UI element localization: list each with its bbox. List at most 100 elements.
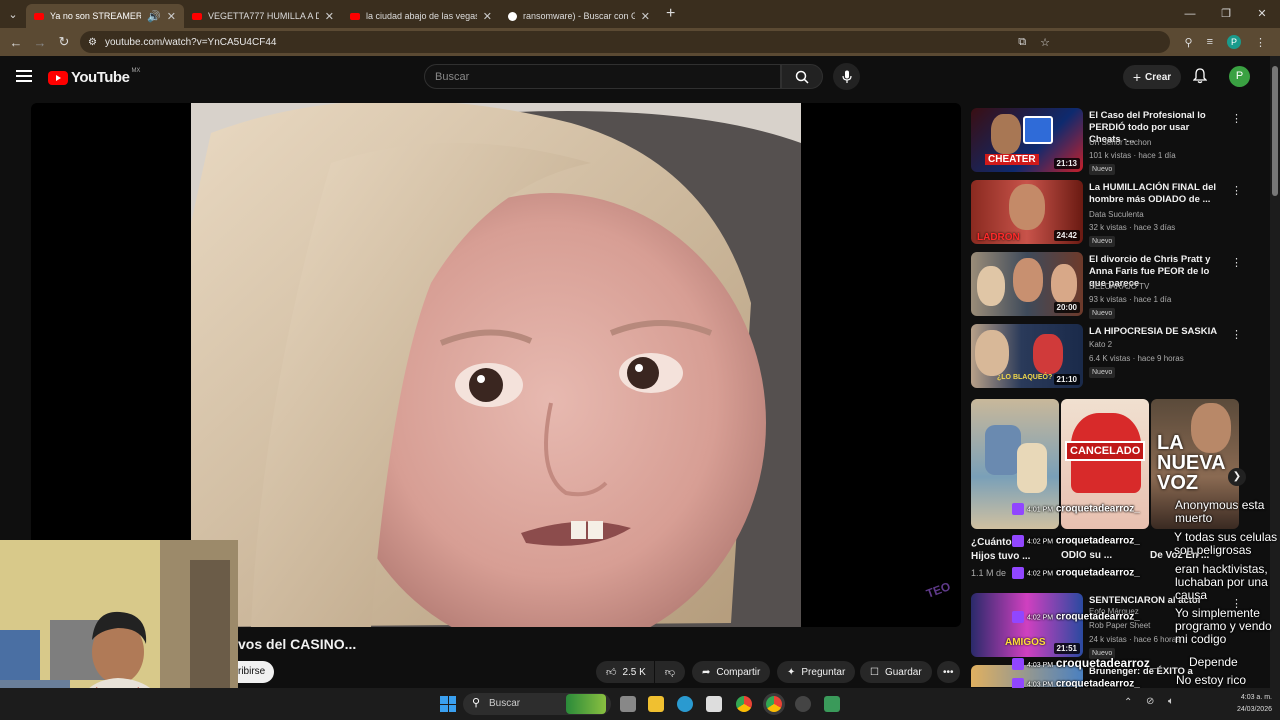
channel-name[interactable]: Kato 2: [1089, 340, 1112, 349]
bookmark-star-icon[interactable]: ☆: [1040, 36, 1050, 49]
site-info-icon[interactable]: ⚙: [88, 37, 97, 48]
reading-list-icon[interactable]: ≡: [1207, 36, 1213, 48]
more-options-icon[interactable]: ⋮: [1231, 112, 1242, 125]
search-button[interactable]: [781, 64, 823, 89]
profile-avatar[interactable]: P: [1227, 35, 1241, 49]
taskbar-clock[interactable]: 4:03 a. m. 24/03/2026: [1222, 692, 1272, 716]
new-tab-icon[interactable]: +: [666, 5, 675, 23]
twitch-icon: [1012, 535, 1024, 547]
recommendation-item[interactable]: 20:00 El divorcio de Chris Pratt y Anna …: [971, 252, 1261, 319]
browser-menu-icon[interactable]: ⋮: [1255, 36, 1266, 49]
chat-message: Y todas sus celulas son peligrosas: [1174, 530, 1278, 557]
browser-tab-4[interactable]: ransomware) - Buscar con Goo ✕: [500, 4, 658, 28]
store-icon[interactable]: [706, 696, 722, 712]
clock-date: 24/03/2026: [1236, 706, 1272, 713]
recommendation-item[interactable]: ¿LO BLAQUEÓ? 21:10 LA HIPOCRESIA DE SASK…: [971, 324, 1261, 390]
tray-chevron-icon[interactable]: ⌃: [1124, 697, 1132, 708]
tab-close-icon[interactable]: ✕: [483, 10, 492, 23]
tab-search-icon[interactable]: ⌄: [0, 0, 26, 28]
search-input[interactable]: Buscar: [424, 64, 781, 89]
create-button[interactable]: + Crear: [1123, 65, 1181, 89]
edge-icon[interactable]: [677, 696, 693, 712]
video-thumbnail[interactable]: AMIGOS 21:51: [971, 593, 1083, 657]
tab-title: ransomware) - Buscar con Goo: [523, 11, 635, 21]
chrome-icon[interactable]: [736, 696, 752, 712]
scrollbar-thumb[interactable]: [1272, 66, 1278, 196]
clock-time: 4:03 a. m.: [1240, 694, 1272, 701]
tab-close-icon[interactable]: ✕: [325, 10, 334, 23]
app-icon[interactable]: [824, 696, 840, 712]
hamburger-menu-icon[interactable]: [16, 70, 32, 82]
more-horizontal-icon: •••: [943, 666, 954, 678]
browser-tab-bar: ⌄ Ya no son STREAMERS , So 🔊 ✕ VEGETTA77…: [0, 0, 1280, 28]
video-frame[interactable]: [191, 103, 801, 627]
chat-user: croquetadearroz_: [1055, 656, 1157, 670]
save-button[interactable]: ☐ Guardar: [860, 661, 932, 683]
close-window-icon[interactable]: ✕: [1244, 0, 1280, 28]
windows-start-icon[interactable]: [440, 696, 456, 712]
tab-title: Ya no son STREAMERS , So: [50, 11, 142, 21]
channel-name[interactable]: Un Señor Lechon: [1089, 138, 1151, 147]
video-thumbnail[interactable]: 20:00: [971, 252, 1083, 316]
video-thumbnail[interactable]: ¿LO BLAQUEÓ? 21:10: [971, 324, 1083, 388]
task-view-icon[interactable]: [620, 696, 636, 712]
short-title[interactable]: ODIO su ...: [1061, 550, 1112, 561]
recommendation-item[interactable]: CHEATER 21:13 El Caso del Profesional lo…: [971, 108, 1261, 175]
restore-icon[interactable]: ❐: [1208, 0, 1244, 28]
thumbs-down-icon: 👎︎: [664, 667, 675, 678]
browser-tab-1[interactable]: Ya no son STREAMERS , So 🔊 ✕: [26, 4, 184, 28]
tab-audio-icon[interactable]: 🔊: [147, 10, 161, 23]
channel-name[interactable]: Data Suculenta: [1089, 210, 1144, 219]
save-playlist-icon: ☐: [870, 666, 879, 678]
back-icon[interactable]: ←: [4, 35, 28, 50]
more-options-icon[interactable]: ⋮: [1231, 184, 1242, 197]
account-avatar[interactable]: P: [1229, 66, 1250, 87]
short-meta: 1.1 M de: [971, 568, 1007, 578]
video-thumbnail[interactable]: CHEATER 21:13: [971, 108, 1083, 172]
minimize-icon[interactable]: —: [1172, 0, 1208, 28]
install-icon[interactable]: ⧉: [1018, 36, 1026, 49]
tab-close-icon[interactable]: ✕: [641, 10, 650, 23]
tray-volume-icon[interactable]: 🔈︎: [1168, 696, 1174, 707]
chat-line: 4:02 PM croquetadearroz_: [1012, 567, 1140, 579]
more-options-icon[interactable]: ⋮: [1231, 328, 1242, 341]
omnibox[interactable]: ⚙ youtube.com/watch?v=YnCA5U4CF44 ⧉ ☆: [80, 31, 1170, 53]
tab-close-icon[interactable]: ✕: [167, 10, 176, 23]
taskbar-widget-icon[interactable]: [566, 694, 606, 714]
chat-message: eran hacktivistas, luchaban por una caus…: [1175, 562, 1268, 602]
recommendation-title[interactable]: LA HIPOCRESIA DE SASKIA: [1089, 326, 1223, 338]
more-options-icon[interactable]: ⋮: [1231, 256, 1242, 269]
recommendation-item[interactable]: LADRON 24:42 La HUMILLACIÓN FINAL del ho…: [971, 180, 1261, 247]
tab-title: VEGETTA777 HUMILLA A DALA: [208, 11, 319, 21]
file-explorer-icon[interactable]: [648, 696, 664, 712]
browser-tab-2[interactable]: VEGETTA777 HUMILLA A DALA ✕: [184, 4, 342, 28]
sparkle-icon: ✦: [787, 666, 796, 678]
reload-icon[interactable]: ↻: [52, 34, 76, 50]
steam-icon[interactable]: [795, 696, 811, 712]
forward-icon[interactable]: →: [28, 35, 52, 50]
channel-name[interactable]: DELCARAJO TV: [1089, 282, 1149, 291]
chrome-active-icon[interactable]: [766, 696, 782, 712]
like-button[interactable]: 👍︎ 2.5 K: [596, 661, 654, 683]
browser-tab-3[interactable]: la ciudad abajo de las vegas - Y ✕: [342, 4, 500, 28]
more-actions-button[interactable]: •••: [937, 661, 960, 683]
shelf-next-icon[interactable]: ❯: [1228, 468, 1246, 486]
share-button[interactable]: ➦ Compartir: [692, 661, 771, 683]
youtube-favicon-icon: [192, 12, 202, 20]
notifications-bell-icon[interactable]: [1192, 68, 1208, 89]
extensions-icon[interactable]: ⚲: [1185, 36, 1193, 49]
youtube-logo[interactable]: YouTube MX: [48, 67, 141, 86]
video-duration: 21:13: [1053, 158, 1080, 169]
video-meta: 32 k vistas · hace 3 días: [1089, 223, 1176, 232]
dislike-button[interactable]: 👎︎: [654, 661, 685, 683]
recommendation-title[interactable]: La HUMILLACIÓN FINAL del hombre más ODIA…: [1089, 182, 1223, 206]
ask-button[interactable]: ✦ Preguntar: [777, 661, 856, 683]
tray-network-icon[interactable]: ⊘: [1146, 696, 1154, 707]
url-text[interactable]: youtube.com/watch?v=YnCA5U4CF44: [105, 37, 276, 48]
voice-search-button[interactable]: [833, 63, 860, 90]
plus-icon: +: [1132, 69, 1142, 85]
chat-time: 4:03 PM: [1027, 662, 1054, 669]
country-code: MX: [131, 67, 141, 74]
thumbnail-label: ¿LO BLAQUEÓ?: [997, 374, 1053, 381]
video-thumbnail[interactable]: LADRON 24:42: [971, 180, 1083, 244]
